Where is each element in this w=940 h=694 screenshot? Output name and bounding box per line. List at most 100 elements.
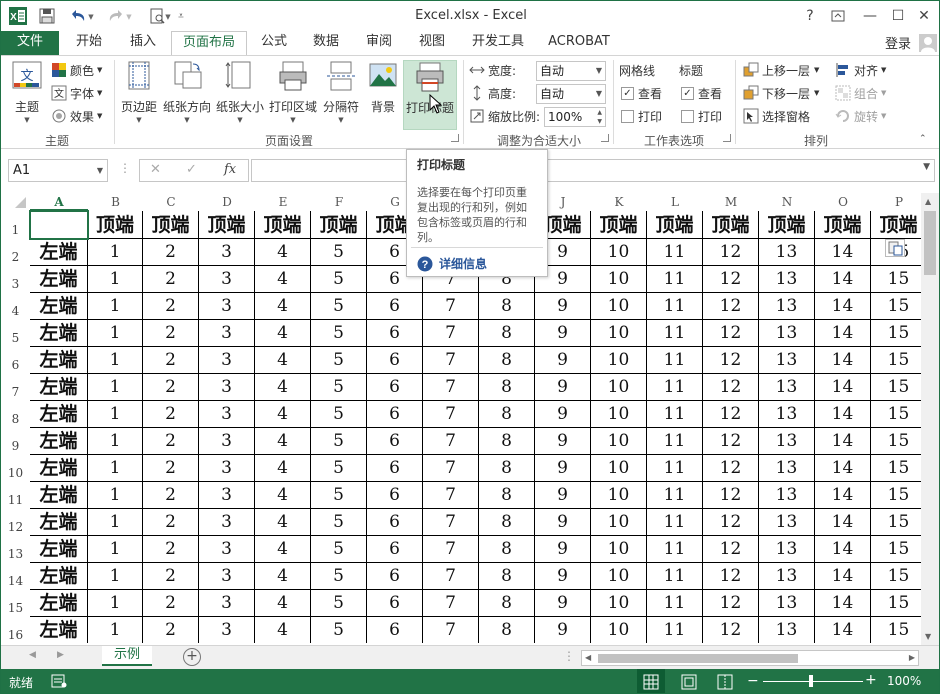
data-cell[interactable]: 5	[311, 347, 367, 374]
data-cell[interactable]: 5	[311, 563, 367, 590]
name-box[interactable]: A1 ▼	[8, 159, 108, 182]
data-cell[interactable]: 15	[871, 617, 921, 643]
data-cell[interactable]: 8	[479, 455, 535, 482]
zoom-slider[interactable]	[763, 675, 863, 687]
data-cell[interactable]: 12	[703, 347, 759, 374]
formula-input[interactable]: ▼	[251, 159, 935, 182]
data-cell[interactable]: 15	[871, 563, 921, 590]
column-header[interactable]: E	[255, 193, 311, 211]
user-avatar-icon[interactable]	[919, 34, 937, 52]
scale-spinner[interactable]: 100% ▲ ▼	[544, 107, 606, 127]
title-column-cell[interactable]: 左端	[30, 482, 88, 509]
data-cell[interactable]: 2	[143, 374, 199, 401]
data-cell[interactable]: 7	[423, 617, 479, 643]
data-cell[interactable]: 3	[199, 347, 255, 374]
data-cell[interactable]: 15	[871, 374, 921, 401]
data-cell[interactable]: 6	[367, 455, 423, 482]
row-header[interactable]: 2	[1, 239, 30, 266]
data-cell[interactable]: 14	[815, 536, 871, 563]
column-header[interactable]: F	[311, 193, 367, 211]
data-cell[interactable]: 12	[703, 536, 759, 563]
data-cell[interactable]: 8	[479, 347, 535, 374]
paste-options-icon[interactable]	[885, 239, 905, 257]
column-header[interactable]: O	[815, 193, 871, 211]
data-cell[interactable]: 6	[367, 401, 423, 428]
data-cell[interactable]: 4	[255, 320, 311, 347]
data-cell[interactable]: 8	[479, 320, 535, 347]
data-cell[interactable]: 12	[703, 266, 759, 293]
row-header[interactable]: 8	[1, 401, 30, 428]
data-cell[interactable]: 3	[199, 482, 255, 509]
data-cell[interactable]: 4	[255, 428, 311, 455]
data-cell[interactable]: 8	[479, 428, 535, 455]
data-cell[interactable]: 14	[815, 617, 871, 643]
title-column-cell[interactable]: 左端	[30, 536, 88, 563]
vertical-scrollbar[interactable]: ▲ ▼	[921, 193, 939, 645]
data-cell[interactable]: 4	[255, 563, 311, 590]
title-column-cell[interactable]: 左端	[30, 401, 88, 428]
data-cell[interactable]: 11	[647, 482, 703, 509]
data-cell[interactable]: 2	[143, 266, 199, 293]
data-cell[interactable]: 12	[703, 293, 759, 320]
data-cell[interactable]: 3	[199, 266, 255, 293]
align-button[interactable]: 对齐 ▼	[835, 60, 886, 80]
data-cell[interactable]: 1	[88, 374, 143, 401]
data-cell[interactable]: 13	[759, 536, 815, 563]
data-cell[interactable]: 1	[88, 239, 143, 266]
background-button[interactable]: 背景	[365, 60, 401, 115]
data-cell[interactable]: 5	[311, 239, 367, 266]
page-break-preview-button[interactable]	[711, 669, 739, 693]
send-backward-button[interactable]: 下移一层 ▼	[743, 83, 819, 103]
next-sheet-icon[interactable]: ▶	[57, 650, 64, 660]
data-cell[interactable]: 12	[703, 563, 759, 590]
data-cell[interactable]: 12	[703, 455, 759, 482]
data-cell[interactable]: 5	[311, 617, 367, 643]
data-cell[interactable]: 14	[815, 509, 871, 536]
previous-sheet-icon[interactable]: ◀	[29, 650, 36, 660]
zoom-in-icon[interactable]: +	[865, 672, 877, 688]
row-header[interactable]: 16	[1, 617, 30, 643]
data-cell[interactable]: 3	[199, 563, 255, 590]
title-row-cell[interactable]: 顶端	[815, 211, 871, 239]
data-cell[interactable]: 5	[311, 320, 367, 347]
data-cell[interactable]: 15	[871, 266, 921, 293]
rotate-button[interactable]: 旋转 ▼	[835, 106, 886, 126]
data-cell[interactable]: 7	[423, 482, 479, 509]
title-row-cell[interactable]: 顶端	[311, 211, 367, 239]
title-column-cell[interactable]: 左端	[30, 590, 88, 617]
title-column-cell[interactable]: 左端	[30, 428, 88, 455]
data-cell[interactable]: 13	[759, 401, 815, 428]
row-header[interactable]: 9	[1, 428, 30, 455]
data-cell[interactable]: 4	[255, 509, 311, 536]
title-row-cell[interactable]: 顶端	[88, 211, 143, 239]
zoom-level[interactable]: 100%	[887, 674, 921, 688]
data-cell[interactable]: 9	[535, 347, 591, 374]
data-cell[interactable]: 6	[367, 482, 423, 509]
group-objects-button[interactable]: 组合 ▼	[835, 83, 886, 103]
row-header[interactable]: 1	[1, 211, 30, 239]
column-header[interactable]: A	[30, 193, 88, 211]
tab-home[interactable]: 开始	[63, 31, 115, 55]
data-cell[interactable]: 1	[88, 590, 143, 617]
title-row-cell[interactable]: 顶端	[759, 211, 815, 239]
data-cell[interactable]: 3	[199, 374, 255, 401]
zoom-out-icon[interactable]: −	[747, 673, 759, 689]
data-cell[interactable]: 10	[591, 401, 647, 428]
spinner-arrows-icon[interactable]: ▲ ▼	[597, 108, 602, 126]
column-header[interactable]: C	[143, 193, 199, 211]
minimize-button[interactable]: —	[857, 5, 883, 27]
data-cell[interactable]: 15	[871, 347, 921, 374]
data-cell[interactable]: 13	[759, 590, 815, 617]
sign-in-link[interactable]: 登录	[885, 33, 911, 52]
data-cell[interactable]: 4	[255, 455, 311, 482]
height-dropdown[interactable]: 自动 ▼	[536, 84, 606, 104]
data-cell[interactable]: 5	[311, 293, 367, 320]
data-cell[interactable]: 6	[367, 347, 423, 374]
size-button[interactable]: 纸张大小 ▼	[215, 60, 265, 124]
data-cell[interactable]: 11	[647, 266, 703, 293]
data-cell[interactable]: 5	[311, 590, 367, 617]
collapse-ribbon-icon[interactable]: ⌃	[919, 134, 927, 144]
data-cell[interactable]: 13	[759, 563, 815, 590]
data-cell[interactable]: 10	[591, 347, 647, 374]
data-cell[interactable]: 15	[871, 455, 921, 482]
